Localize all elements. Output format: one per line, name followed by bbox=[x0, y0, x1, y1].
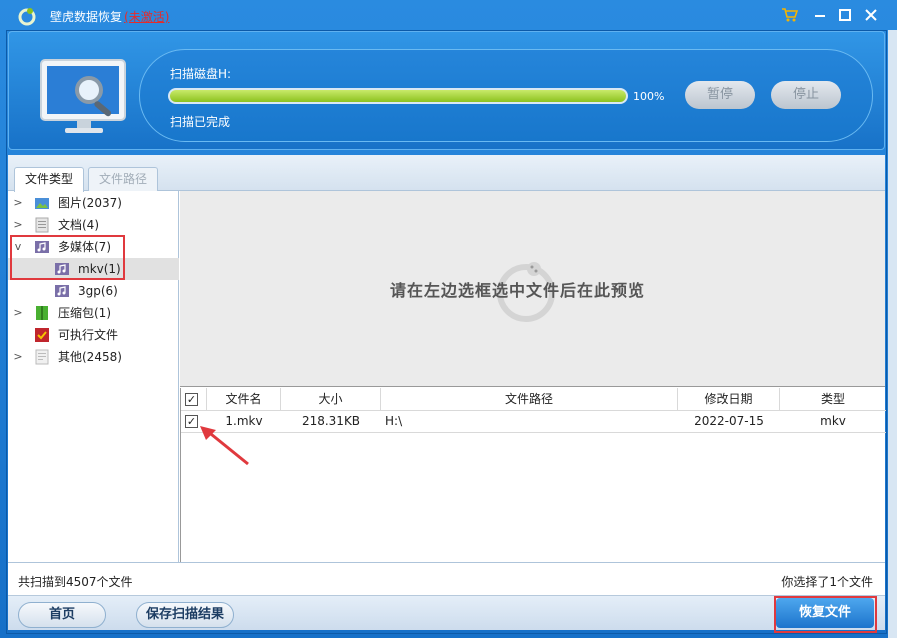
status-bar: 共扫描到4507个文件 你选择了1个文件 bbox=[8, 562, 885, 595]
cart-icon[interactable] bbox=[780, 6, 799, 24]
column-header-type[interactable]: 类型 bbox=[780, 388, 886, 410]
chevron-right-icon[interactable]: > bbox=[12, 346, 24, 368]
scan-progress-percent: 100% bbox=[633, 90, 665, 103]
background-window-edge bbox=[888, 30, 897, 638]
cell-file-date: 2022-07-15 bbox=[694, 414, 764, 428]
image-folder-icon bbox=[35, 198, 49, 209]
cell-file-size: 218.31KB bbox=[301, 414, 361, 428]
results-panel: 文件类型 文件路径 > 图片(2037) > 文档(4) v 多媒体(7) mk… bbox=[8, 155, 886, 630]
tree-item-executables[interactable]: 可执行文件 bbox=[8, 324, 179, 346]
row-divider bbox=[181, 432, 886, 433]
save-scan-results-button[interactable]: 保存扫描结果 bbox=[136, 602, 234, 628]
cell-file-type: mkv bbox=[820, 414, 846, 428]
archive-icon bbox=[36, 306, 48, 320]
tree-item-documents[interactable]: > 文档(4) bbox=[8, 214, 179, 236]
tree-item-3gp[interactable]: 3gp(6) bbox=[8, 280, 179, 302]
annotation-box-recover bbox=[774, 596, 877, 633]
other-file-icon bbox=[35, 349, 49, 365]
tree-item-label: 图片(2037) bbox=[58, 196, 122, 210]
tree-item-archives[interactable]: > 压缩包(1) bbox=[8, 302, 179, 324]
selected-files-status: 你选择了1个文件 bbox=[781, 575, 873, 589]
scan-disk-label: 扫描磁盘H: bbox=[170, 67, 232, 81]
title-bar: 壁虎数据恢复 (未激活) bbox=[0, 0, 897, 30]
activation-status-link[interactable]: (未激活) bbox=[124, 10, 169, 24]
chevron-right-icon[interactable]: > bbox=[12, 214, 24, 236]
total-files-status: 共扫描到4507个文件 bbox=[18, 575, 133, 589]
tree-item-images[interactable]: > 图片(2037) bbox=[8, 192, 179, 214]
tree-item-label: 可执行文件 bbox=[58, 328, 119, 342]
file-table: ✓ 文件名 大小 文件路径 修改日期 类型 ✓ 1.mkv 218.31KB H… bbox=[180, 388, 886, 562]
column-header-name[interactable]: 文件名 bbox=[207, 388, 281, 410]
tree-item-other[interactable]: > 其他(2458) bbox=[8, 346, 179, 368]
annotation-box-multimedia bbox=[10, 235, 125, 280]
scan-status-text: 扫描已完成 bbox=[170, 115, 231, 129]
bottom-toolbar: 首页 保存扫描结果 bbox=[8, 595, 885, 630]
annotation-arrow-icon bbox=[200, 426, 249, 466]
tab-file-path[interactable]: 文件路径 bbox=[88, 167, 159, 191]
table-header-checkbox-cell: ✓ bbox=[181, 388, 207, 410]
scan-progress-box: 扫描磁盘H: 100% 扫描已完成 暂停 停止 bbox=[139, 49, 873, 142]
close-icon[interactable] bbox=[862, 6, 880, 24]
monitor-magnifier-icon bbox=[40, 59, 126, 133]
select-all-checkbox[interactable]: ✓ bbox=[185, 393, 198, 406]
chevron-right-icon[interactable]: > bbox=[12, 302, 24, 324]
preview-hint: 请在左边选框选中文件后在此预览 bbox=[390, 281, 646, 300]
column-header-size[interactable]: 大小 bbox=[281, 388, 381, 410]
cell-file-path: H:\ bbox=[385, 414, 403, 428]
view-tabs: 文件类型 文件路径 bbox=[8, 155, 885, 192]
app-window: 壁虎数据恢复 (未激活) 扫描磁盘H: 100% 扫描已完成 暂停 停止 文件类… bbox=[0, 0, 897, 638]
scan-panel: 扫描磁盘H: 100% 扫描已完成 暂停 停止 bbox=[8, 31, 885, 150]
scan-progress-bar bbox=[168, 88, 628, 104]
column-header-date[interactable]: 修改日期 bbox=[678, 388, 780, 410]
pause-button[interactable]: 暂停 bbox=[685, 81, 755, 109]
music-file-icon bbox=[55, 285, 69, 297]
tree-item-label: 3gp(6) bbox=[78, 284, 118, 298]
minimize-icon[interactable] bbox=[811, 6, 829, 24]
tree-item-label: 文档(4) bbox=[58, 218, 99, 232]
chevron-right-icon[interactable]: > bbox=[12, 192, 24, 214]
app-name: 壁虎数据恢复 bbox=[50, 10, 123, 24]
scan-progress-fill bbox=[170, 90, 626, 102]
home-button[interactable]: 首页 bbox=[18, 602, 106, 628]
tree-item-label: 其他(2458) bbox=[58, 350, 122, 364]
document-icon bbox=[35, 217, 49, 233]
stop-button[interactable]: 停止 bbox=[771, 81, 841, 109]
executable-icon bbox=[35, 328, 49, 342]
table-row[interactable]: ✓ 1.mkv 218.31KB H:\ 2022-07-15 mkv bbox=[181, 410, 886, 432]
window-title: 壁虎数据恢复 (未激活) bbox=[50, 8, 169, 25]
maximize-icon[interactable] bbox=[836, 6, 854, 24]
column-header-path[interactable]: 文件路径 bbox=[381, 388, 678, 410]
preview-area: 请在左边选框选中文件后在此预览 bbox=[180, 191, 885, 387]
row-checkbox[interactable]: ✓ bbox=[185, 415, 198, 428]
tree-item-label: 压缩包(1) bbox=[58, 306, 111, 320]
tab-file-type[interactable]: 文件类型 bbox=[14, 167, 85, 192]
gecko-logo-icon bbox=[18, 8, 36, 26]
